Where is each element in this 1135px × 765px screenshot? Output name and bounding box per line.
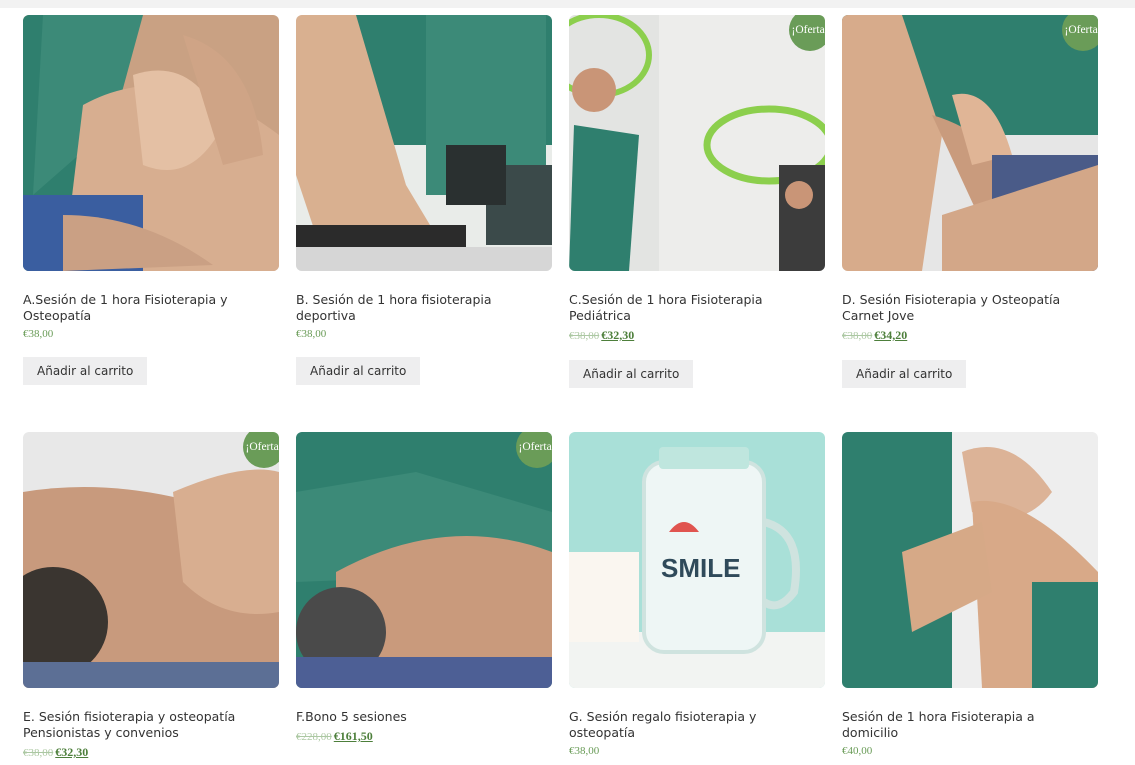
product-card-c: ¡Oferta! C.Sesión de 1 hora Fisioterapia… [569,15,825,388]
product-price: €38,00 [23,328,54,340]
add-to-cart-button[interactable]: Añadir al carrito [23,357,148,385]
top-bar [0,0,1135,8]
product-title[interactable]: Sesión de 1 hora Fisioterapia a domicili… [842,709,1092,741]
product-price: €38,00 €32,30 [23,745,279,760]
product-price: €38,00 €32,30 [569,328,825,343]
product-image-e[interactable]: ¡Oferta! [23,432,279,688]
product-image-a[interactable] [23,15,279,271]
product-image-d[interactable]: ¡Oferta! [842,15,1098,271]
add-to-cart-button[interactable]: Añadir al carrito [569,360,694,388]
product-card-e: ¡Oferta! E. Sesión fisioterapia y osteop… [23,432,279,760]
product-title[interactable]: B. Sesión de 1 hora fisioterapia deporti… [296,292,546,324]
product-price: €40,00 [842,745,873,757]
product-title[interactable]: D. Sesión Fisioterapia y Osteopatía Carn… [842,292,1092,324]
add-to-cart-button[interactable]: Añadir al carrito [296,357,421,385]
product-card-g: SMILE G. Sesión regalo fisioterapia y os… [569,432,825,757]
product-card-h: Sesión de 1 hora Fisioterapia a domicili… [842,432,1098,757]
product-image-b[interactable] [296,15,552,271]
old-price: €38,00 [23,747,54,759]
sale-price: €32,30 [55,745,89,759]
product-image-f[interactable]: ¡Oferta! [296,432,552,688]
product-price: €38,00 €34,20 [842,328,1098,343]
product-title[interactable]: A.Sesión de 1 hora Fisioterapia y Osteop… [23,292,273,324]
old-price: €38,00 [569,330,600,342]
add-to-cart-button[interactable]: Añadir al carrito [842,360,967,388]
product-title[interactable]: F.Bono 5 sesiones [296,709,546,725]
product-card-d: ¡Oferta! D. Sesión Fisioterapia y Osteop… [842,15,1098,388]
sale-price: €34,20 [874,328,908,342]
old-price: €228,00 [296,731,332,743]
product-image-h[interactable] [842,432,1098,688]
product-card-f: ¡Oferta! F.Bono 5 sesiones €228,00 €161,5… [296,432,552,744]
product-title[interactable]: C.Sesión de 1 hora Fisioterapia Pediátri… [569,292,819,324]
sale-price: €161,50 [333,729,373,743]
product-price: €228,00 €161,50 [296,729,552,744]
product-card-b: B. Sesión de 1 hora fisioterapia deporti… [296,15,552,385]
old-price: €38,00 [842,330,873,342]
jar-text: SMILE [661,553,740,583]
product-price: €38,00 [569,745,600,757]
product-title[interactable]: E. Sesión fisioterapia y osteopatía Pens… [23,709,273,741]
product-image-g[interactable]: SMILE [569,432,825,688]
sale-price: €32,30 [601,328,635,342]
product-image-c[interactable]: ¡Oferta! [569,15,825,271]
product-title[interactable]: G. Sesión regalo fisioterapia y osteopat… [569,709,819,741]
product-card-a: A.Sesión de 1 hora Fisioterapia y Osteop… [23,15,279,385]
product-price: €38,00 [296,328,327,340]
